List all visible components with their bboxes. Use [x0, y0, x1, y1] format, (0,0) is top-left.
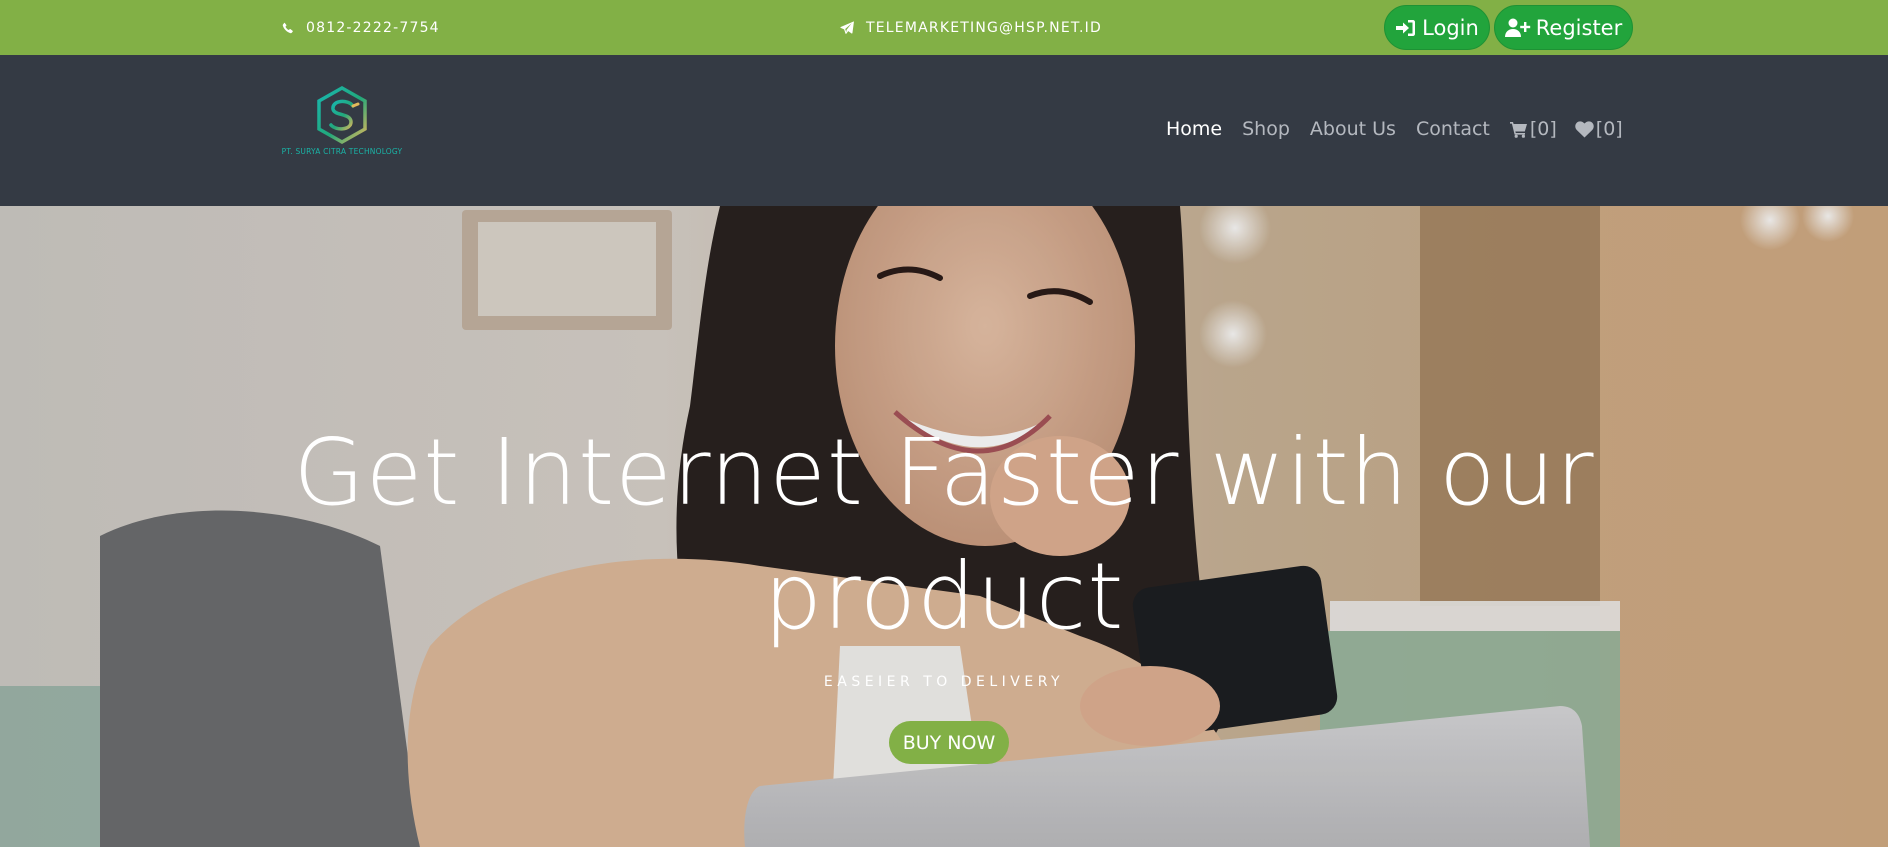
- heart-icon: [1575, 120, 1594, 137]
- nav-item-contact[interactable]: Contact: [1416, 118, 1490, 140]
- top-contact-bar: 0812-2222-7754 TELEMARKETING@HSP.NET.ID …: [0, 0, 1888, 55]
- email-contact[interactable]: TELEMARKETING@HSP.NET.ID: [840, 0, 1102, 55]
- wishlist-link[interactable]: [0]: [1575, 118, 1623, 140]
- nav-item-home[interactable]: Home: [1166, 118, 1222, 140]
- brand-tagline: PT. SURYA CITRA TECHNOLOGY: [281, 147, 403, 156]
- nav-item-about-us[interactable]: About Us: [1310, 118, 1396, 140]
- hero-headline-line-2: product: [763, 543, 1125, 650]
- hero-subheadline: EASEIER TO DELIVERY: [823, 674, 1065, 690]
- register-button[interactable]: Register: [1494, 5, 1633, 50]
- cart-icon: [1509, 121, 1527, 138]
- register-label: Register: [1535, 15, 1623, 40]
- hero-headline-line-1: Get Internet Faster with our: [293, 419, 1595, 526]
- sign-in-icon: [1396, 19, 1416, 36]
- brand-logo[interactable]: PT. SURYA CITRA TECHNOLOGY: [280, 85, 404, 161]
- cart-count: [0]: [1529, 118, 1557, 140]
- user-plus-icon: [1504, 18, 1530, 37]
- hero-section: Get Internet Faster with our product EAS…: [0, 206, 1888, 847]
- logo-mark-icon: [317, 85, 367, 145]
- nav-menu: Home Shop About Us Contact [0] [0]: [1166, 118, 1641, 140]
- buy-now-button[interactable]: BUY NOW: [889, 721, 1009, 764]
- phone-icon: [282, 22, 293, 33]
- nav-item-shop[interactable]: Shop: [1242, 118, 1290, 140]
- email-address: TELEMARKETING@HSP.NET.ID: [866, 19, 1102, 36]
- paper-plane-icon: [840, 20, 854, 34]
- cart-link[interactable]: [0]: [1509, 118, 1557, 140]
- phone-contact[interactable]: 0812-2222-7754: [282, 0, 440, 55]
- login-button[interactable]: Login: [1384, 5, 1490, 50]
- hero-headline: Get Internet Faster with our product: [0, 411, 1888, 659]
- login-label: Login: [1422, 15, 1479, 40]
- wishlist-count: [0]: [1595, 118, 1623, 140]
- phone-number: 0812-2222-7754: [306, 19, 440, 36]
- main-navbar: PT. SURYA CITRA TECHNOLOGY Home Shop Abo…: [0, 55, 1888, 206]
